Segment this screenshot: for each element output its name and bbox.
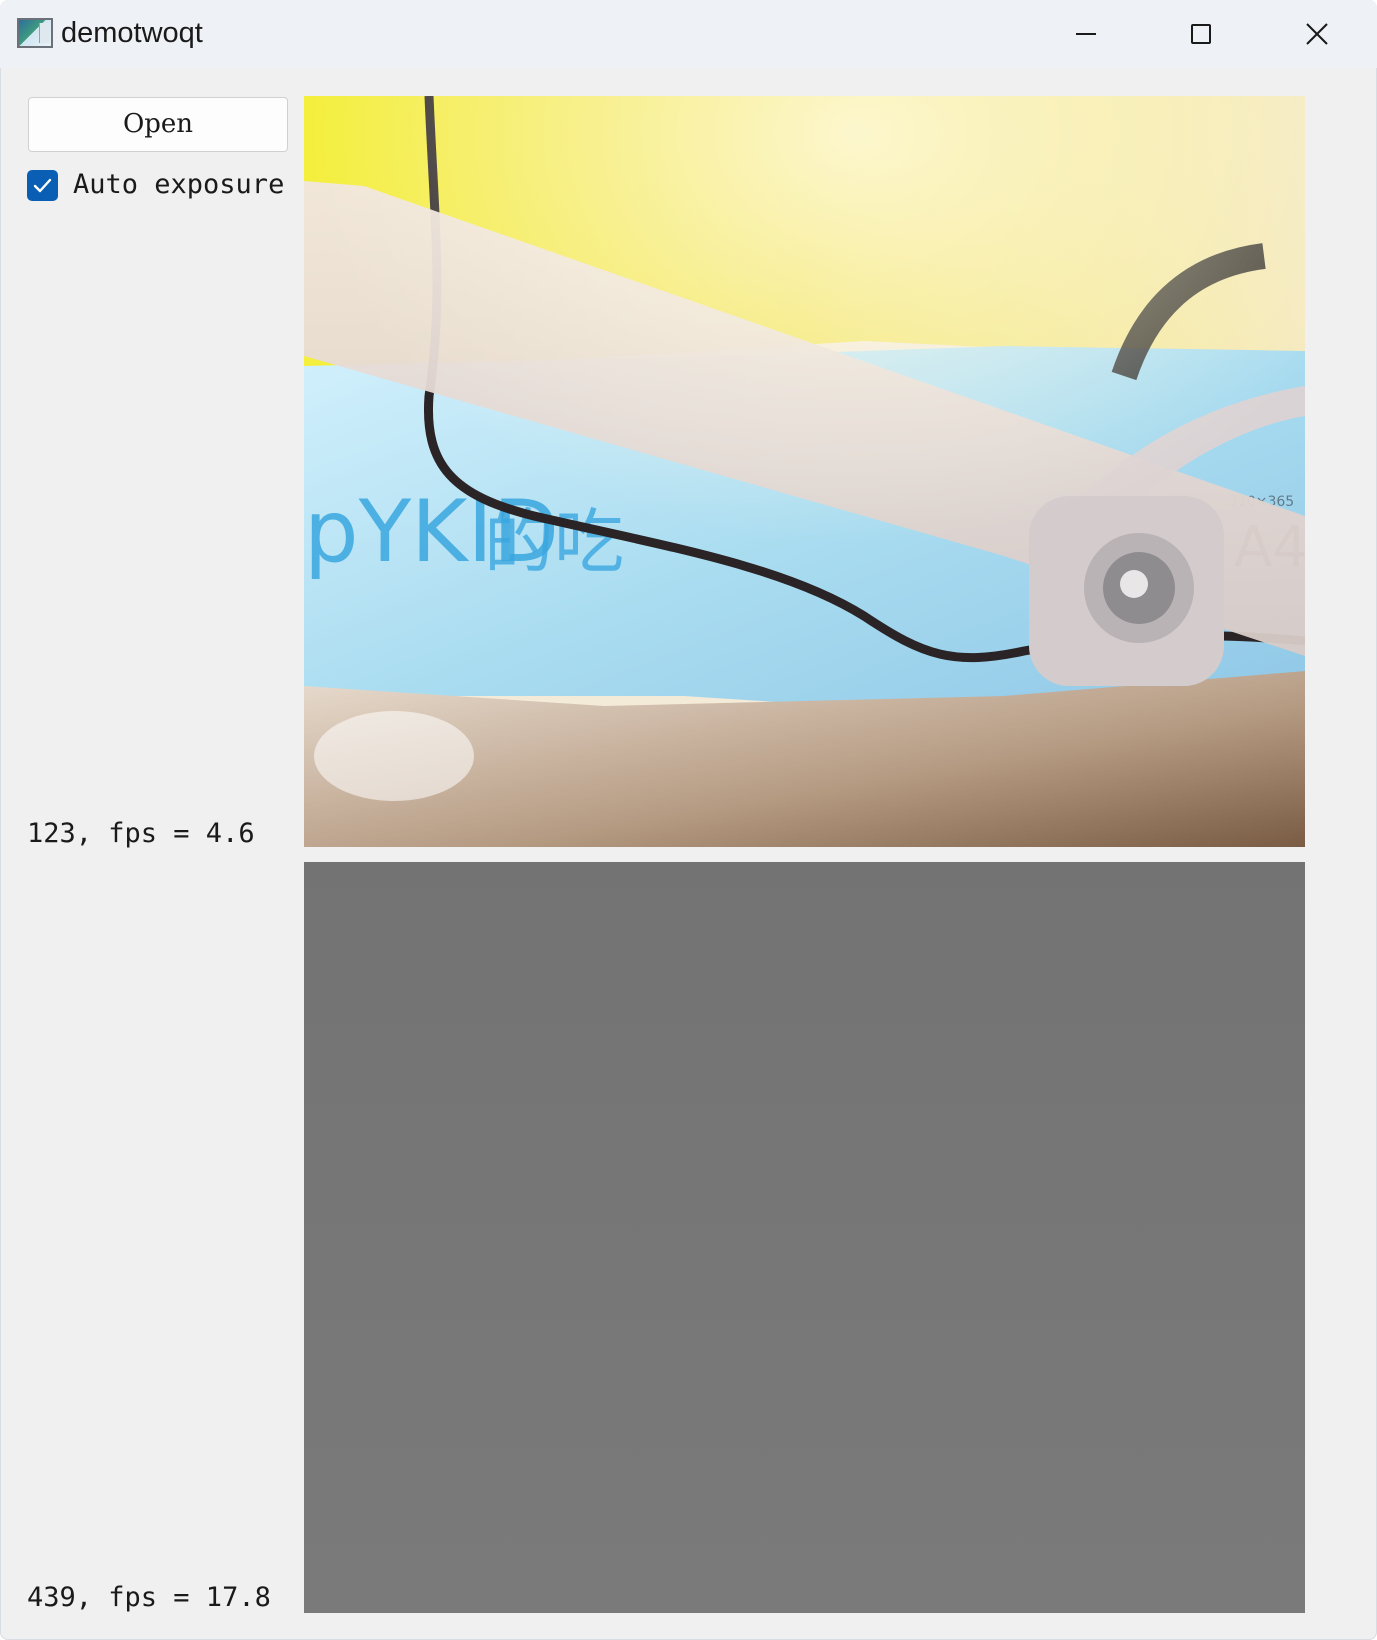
- app-window-icon: [17, 18, 53, 48]
- camera-2-status: 439, fps = 17.8: [27, 1582, 271, 1613]
- maximize-button[interactable]: [1143, 0, 1257, 68]
- open-button[interactable]: Open: [28, 97, 288, 152]
- camera-1-image: pYKID 的吃 A4 310×365: [304, 96, 1305, 847]
- app-window: demotwoqt Open Auto exposure 123, fps = …: [0, 0, 1377, 1640]
- camera-1-feed: pYKID 的吃 A4 310×365: [304, 96, 1305, 847]
- close-icon: [1306, 23, 1328, 45]
- window-title: demotwoqt: [61, 17, 203, 49]
- close-button[interactable]: [1260, 0, 1374, 68]
- minimize-icon: [1076, 33, 1096, 35]
- checkbox-checked-icon[interactable]: [27, 170, 58, 201]
- auto-exposure-label: Auto exposure: [73, 169, 285, 200]
- title-bar[interactable]: demotwoqt: [0, 0, 1377, 68]
- camera-1-status: 123, fps = 4.6: [27, 818, 255, 849]
- camera-2-feed: [304, 862, 1305, 1613]
- minimize-button[interactable]: [1029, 0, 1143, 68]
- maximize-icon: [1191, 24, 1211, 44]
